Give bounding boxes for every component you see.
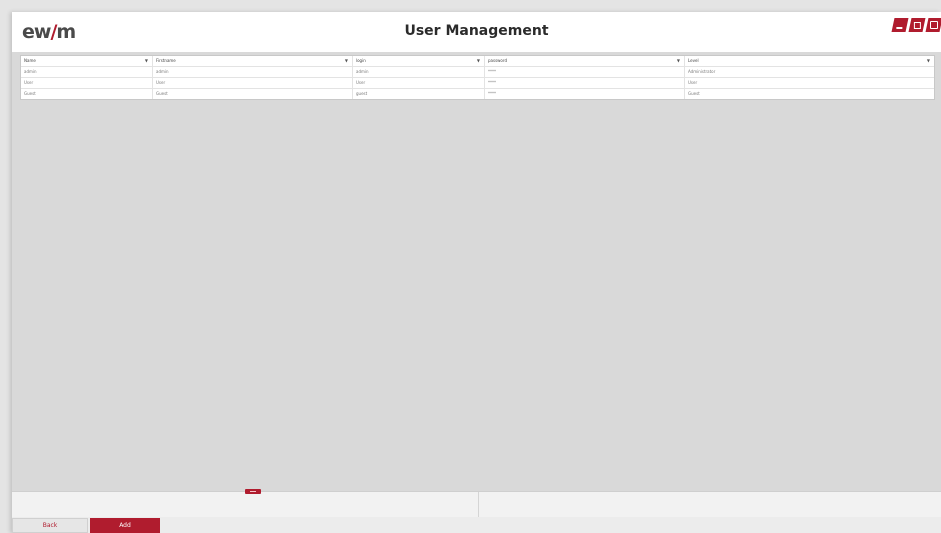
column-header-level[interactable]: Level ▼ <box>685 56 934 66</box>
detail-panel <box>12 491 941 518</box>
splitter-handle-icon[interactable] <box>245 489 261 494</box>
cell-login: guest <box>353 89 485 99</box>
cell-level: Guest <box>688 91 700 96</box>
column-header-firstname[interactable]: Firstname ▼ <box>153 56 353 66</box>
cell-level: Administrator <box>688 69 716 74</box>
panel-divider <box>478 492 479 518</box>
cell-level: User <box>688 80 698 85</box>
add-button[interactable]: Add <box>90 518 160 533</box>
table-row[interactable]: User User User **** User <box>21 78 934 89</box>
column-header-name[interactable]: Name ▼ <box>21 56 153 66</box>
cell-name: Guest <box>21 89 153 99</box>
title-bar: ew/m User Management <box>12 12 941 52</box>
sort-arrow-icon[interactable]: ▼ <box>677 58 680 64</box>
cell-login: admin <box>353 67 485 77</box>
sort-arrow-icon[interactable]: ▼ <box>477 58 480 64</box>
sort-arrow-icon[interactable]: ▼ <box>927 58 930 64</box>
cell-name: User <box>21 78 153 88</box>
sort-arrow-icon[interactable]: ▼ <box>345 58 348 64</box>
window-controls <box>891 18 941 32</box>
cell-password: **** <box>485 67 685 77</box>
sort-arrow-icon[interactable]: ▼ <box>145 58 148 64</box>
close-icon[interactable] <box>925 18 941 32</box>
table-row[interactable]: Guest Guest guest **** Guest <box>21 89 934 99</box>
column-header-password[interactable]: password ▼ <box>485 56 685 66</box>
cell-name: admin <box>21 67 153 77</box>
button-bar: Back Add <box>12 517 941 533</box>
cell-login: User <box>353 78 485 88</box>
cell-firstname: Guest <box>153 89 353 99</box>
column-header-login[interactable]: login ▼ <box>353 56 485 66</box>
cell-firstname: User <box>153 78 353 88</box>
cell-password: **** <box>485 89 685 99</box>
minimize-icon[interactable] <box>891 18 909 32</box>
table-header-row: Name ▼ Firstname ▼ login ▼ password ▼ Level ▼ <box>21 56 934 67</box>
cell-password: **** <box>485 78 685 88</box>
app-window: ew/m User Management Name ▼ Firstname ▼ lo… <box>12 12 941 533</box>
table-row[interactable]: admin admin admin **** Administrator <box>21 67 934 78</box>
page-title: User Management <box>404 23 549 39</box>
maximize-icon[interactable] <box>908 18 926 32</box>
cell-firstname: admin <box>153 67 353 77</box>
back-button[interactable]: Back <box>12 518 88 533</box>
users-table: Name ▼ Firstname ▼ login ▼ password ▼ Level ▼… <box>20 55 935 100</box>
